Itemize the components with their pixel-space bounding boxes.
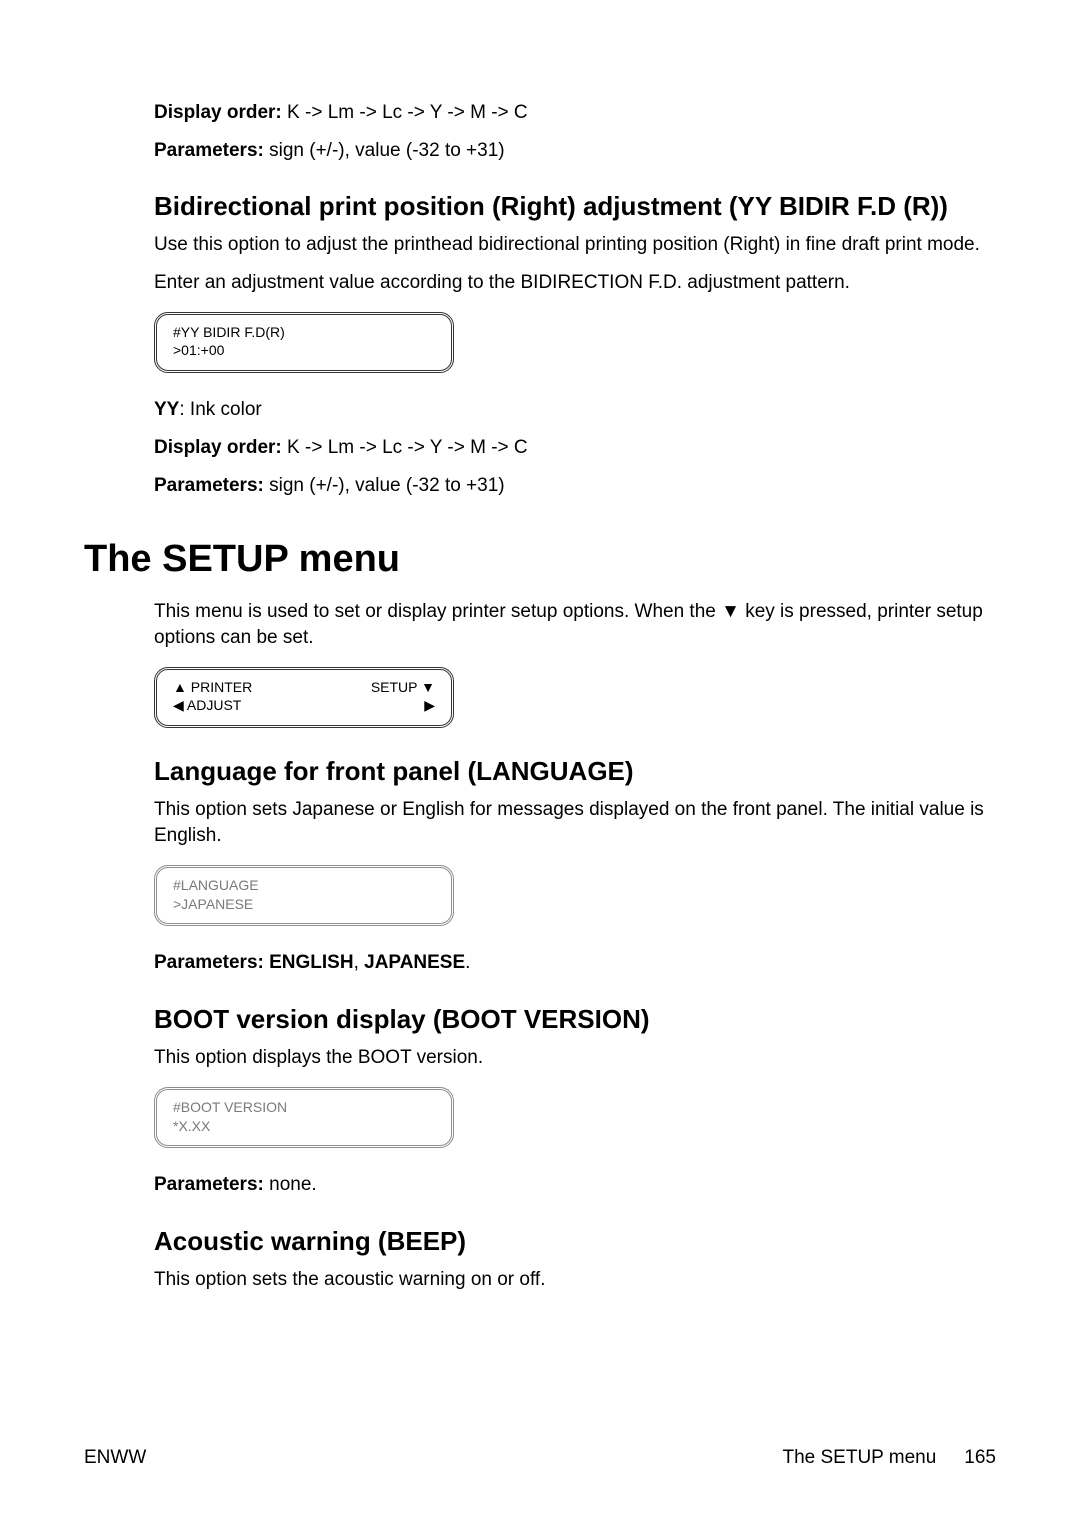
beep-heading: Acoustic warning (BEEP) — [154, 1226, 996, 1257]
page-footer: ENWW The SETUP menu 165 — [84, 1447, 996, 1469]
parameters-label: Parameters: — [154, 140, 264, 161]
language-lcd-line1: #LANGUAGE — [173, 876, 435, 895]
bidir-heading: Bidirectional print position (Right) adj… — [154, 191, 996, 222]
footer-left: ENWW — [84, 1447, 146, 1469]
setup-menu-intro: This menu is used to set or display prin… — [154, 599, 996, 650]
boot-lcd-line1: #BOOT VERSION — [173, 1098, 435, 1117]
language-lcd-line2: >JAPANESE — [173, 895, 435, 914]
bidir-p1: Use this option to adjust the printhead … — [154, 232, 996, 258]
bidir-lcd-panel: #YY BIDIR F.D(R) >01:+00 — [154, 312, 454, 374]
beep-p1: This option sets the acoustic warning on… — [154, 1267, 996, 1293]
bidir-parameters-value: sign (+/-), value (-32 to +31) — [264, 475, 505, 496]
language-heading: Language for front panel (LANGUAGE) — [154, 756, 996, 787]
footer-section-label: The SETUP menu — [782, 1447, 936, 1469]
language-params-label: Parameters: — [154, 952, 269, 973]
bidir-parameters-line: Parameters: sign (+/-), value (-32 to +3… — [154, 473, 996, 499]
language-params-end: . — [465, 952, 470, 973]
bidir-lcd-line1: #YY BIDIR F.D(R) — [173, 323, 435, 342]
bidir-parameters-label: Parameters: — [154, 475, 264, 496]
lcd-adjust: ◀ ADJUST — [173, 696, 241, 715]
boot-p1: This option displays the BOOT version. — [154, 1045, 996, 1071]
bidir-display-order-label: Display order: — [154, 437, 282, 458]
boot-lcd-panel: #BOOT VERSION *X.XX — [154, 1087, 454, 1149]
bidir-display-order-value: K -> Lm -> Lc -> Y -> M -> C — [282, 437, 528, 458]
bidir-p2: Enter an adjustment value according to t… — [154, 270, 996, 296]
yy-line: YY: Ink color — [154, 397, 996, 423]
display-order-value: K -> Lm -> Lc -> Y -> M -> C — [282, 102, 528, 123]
footer-page-number: 165 — [964, 1447, 996, 1469]
lcd-printer: ▲ PRINTER — [173, 678, 252, 697]
language-params-sep: , — [354, 952, 365, 973]
bidir-display-order-line: Display order: K -> Lm -> Lc -> Y -> M -… — [154, 435, 996, 461]
boot-params-line: Parameters: none. — [154, 1172, 996, 1198]
parameters-line: Parameters: sign (+/-), value (-32 to +3… — [154, 138, 996, 164]
bidir-lcd-line2: >01:+00 — [173, 341, 435, 360]
lcd-right-arrow: ▶ — [424, 696, 435, 715]
lcd-setup: SETUP ▼ — [371, 678, 435, 697]
boot-params-value: none. — [269, 1174, 317, 1195]
parameters-value: sign (+/-), value (-32 to +31) — [264, 140, 505, 161]
display-order-label: Display order: — [154, 102, 282, 123]
yy-label: YY — [154, 399, 179, 420]
boot-lcd-line2: *X.XX — [173, 1117, 435, 1136]
setup-lcd-panel: ▲ PRINTER SETUP ▼ ◀ ADJUST ▶ — [154, 667, 454, 729]
yy-desc: : Ink color — [179, 399, 261, 420]
display-order-line: Display order: K -> Lm -> Lc -> Y -> M -… — [154, 100, 996, 126]
language-params-val2: JAPANESE — [364, 952, 465, 973]
boot-params-label: Parameters: — [154, 1174, 269, 1195]
language-lcd-panel: #LANGUAGE >JAPANESE — [154, 865, 454, 927]
language-p1: This option sets Japanese or English for… — [154, 797, 996, 848]
boot-heading: BOOT version display (BOOT VERSION) — [154, 1004, 996, 1035]
language-params-line: Parameters: ENGLISH, JAPANESE. — [154, 950, 996, 976]
language-params-val1: ENGLISH — [269, 952, 353, 973]
setup-menu-heading: The SETUP menu — [84, 538, 996, 581]
